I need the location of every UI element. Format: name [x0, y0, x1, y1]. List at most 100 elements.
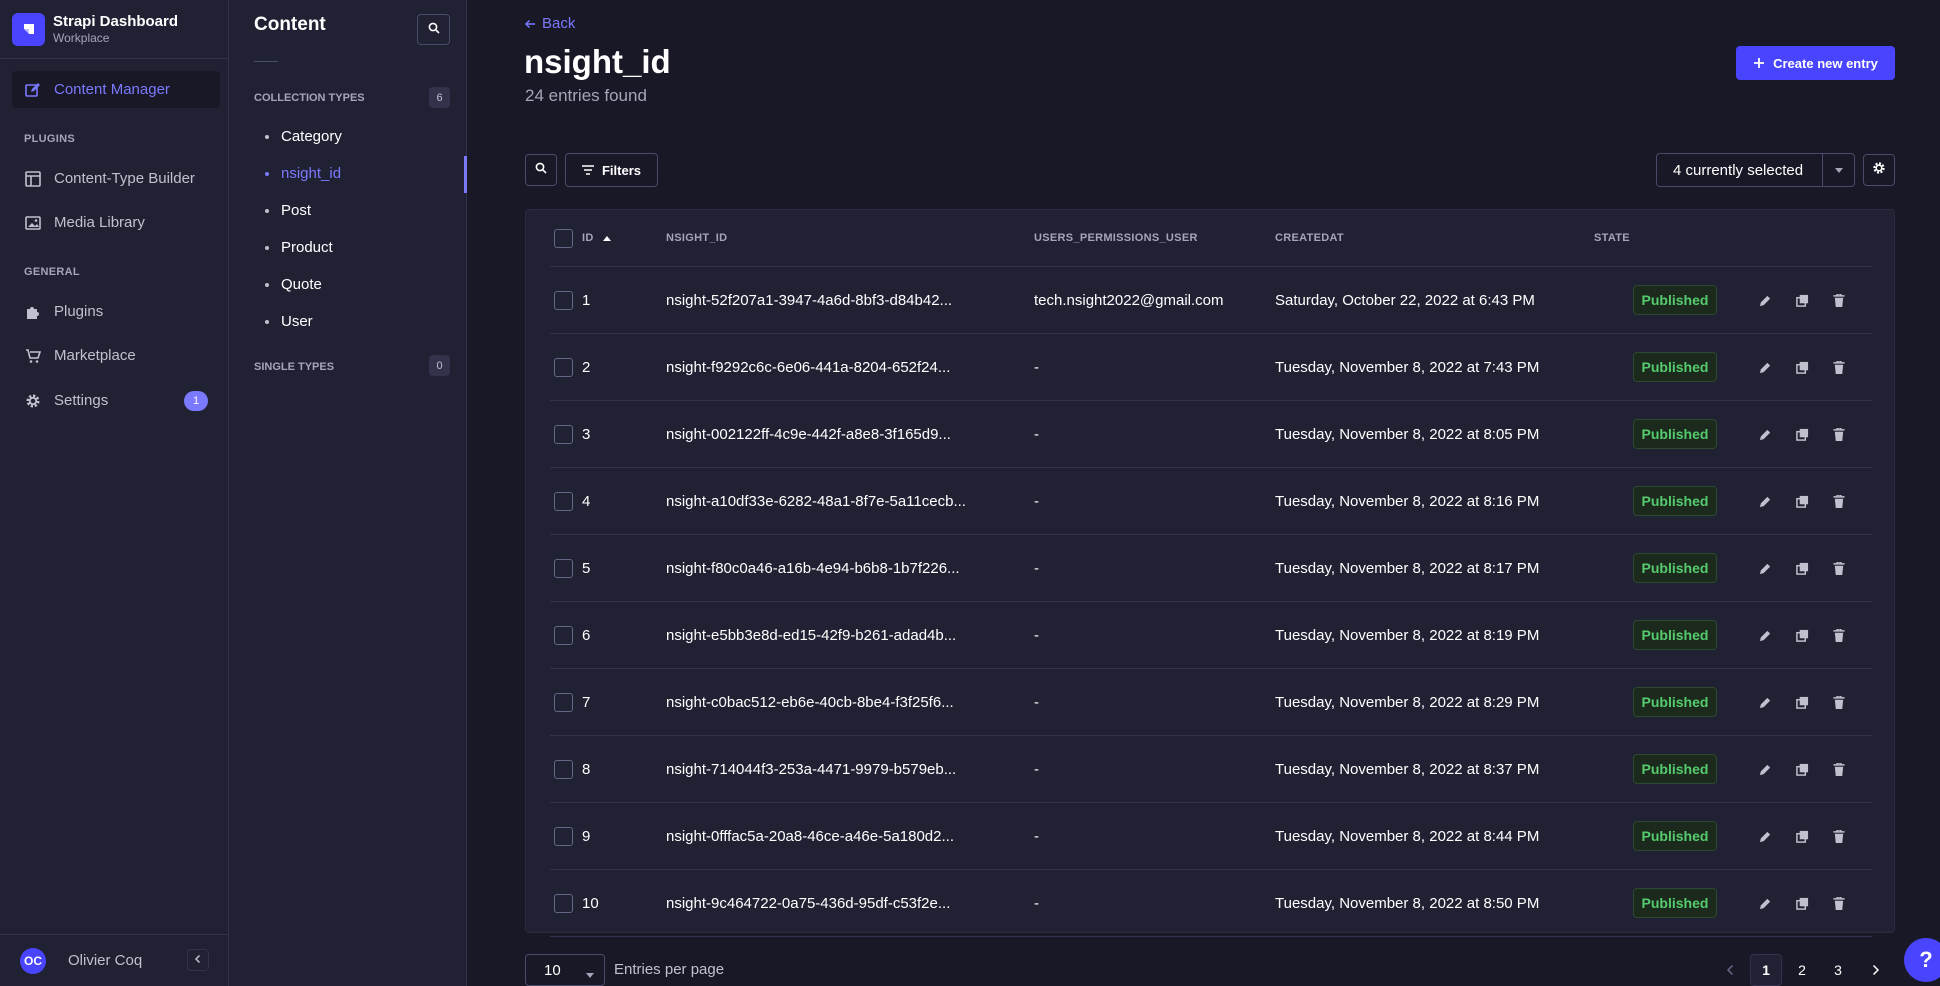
delete-button[interactable]: [1830, 894, 1848, 912]
delete-button[interactable]: [1830, 693, 1848, 711]
row-checkbox[interactable]: [554, 559, 573, 578]
duplicate-button[interactable]: [1793, 559, 1811, 577]
pencil-icon: [1759, 428, 1772, 441]
nav-media-library[interactable]: Media Library: [12, 204, 220, 241]
collection-link-category[interactable]: Category: [265, 128, 342, 145]
delete-button[interactable]: [1830, 492, 1848, 510]
table-row[interactable]: 7 nsight-c0bac512-eb6e-40cb-8be4-f3f25f6.…: [550, 669, 1872, 736]
help-button[interactable]: ?: [1904, 938, 1940, 982]
previous-page-button[interactable]: [1714, 954, 1746, 986]
page-3-button[interactable]: 3: [1822, 954, 1854, 986]
duplicate-button[interactable]: [1793, 291, 1811, 309]
collapse-sidebar-button[interactable]: [187, 949, 209, 971]
edit-button[interactable]: [1756, 291, 1774, 309]
duplicate-button[interactable]: [1793, 626, 1811, 644]
cell-user: -: [1034, 895, 1039, 912]
single-types-label[interactable]: SINGLE TYPES: [254, 361, 334, 373]
page-2-button[interactable]: 2: [1786, 954, 1818, 986]
nav-content-type-builder[interactable]: Content-Type Builder: [12, 160, 220, 197]
duplicate-button[interactable]: [1793, 358, 1811, 376]
create-new-entry-button[interactable]: Create new entry: [1736, 46, 1895, 80]
collection-types-label[interactable]: COLLECTION TYPES: [254, 92, 365, 104]
nav-content-manager[interactable]: Content Manager: [12, 71, 220, 108]
cell-user: -: [1034, 761, 1039, 778]
duplicate-button[interactable]: [1793, 827, 1811, 845]
table-row[interactable]: 9 nsight-0fffac5a-20a8-46ce-a46e-5a180d2.…: [550, 803, 1872, 870]
delete-button[interactable]: [1830, 559, 1848, 577]
list-settings-button[interactable]: [1863, 154, 1895, 186]
select-all-checkbox[interactable]: [554, 229, 573, 248]
delete-button[interactable]: [1830, 358, 1848, 376]
table-row[interactable]: 4 nsight-a10df33e-6282-48a1-8f7e-5a11cecb…: [550, 468, 1872, 535]
edit-button[interactable]: [1756, 827, 1774, 845]
nav-label: Marketplace: [54, 347, 136, 364]
delete-button[interactable]: [1830, 626, 1848, 644]
caret-down-icon: [586, 965, 594, 982]
table-header: ID NSIGHT_ID USERS_PERMISSIONS_USER CREA…: [550, 210, 1872, 267]
table-row[interactable]: 8 nsight-714044f3-253a-4471-9979-b579eb..…: [550, 736, 1872, 803]
duplicate-button[interactable]: [1793, 760, 1811, 778]
edit-button[interactable]: [1756, 760, 1774, 778]
duplicate-button[interactable]: [1793, 693, 1811, 711]
search-button[interactable]: [525, 154, 557, 186]
delete-button[interactable]: [1830, 827, 1848, 845]
column-header-createdat[interactable]: CREATEDAT: [1275, 232, 1344, 244]
row-checkbox[interactable]: [554, 358, 573, 377]
table-row[interactable]: 3 nsight-002122ff-4c9e-442f-a8e8-3f165d9.…: [550, 401, 1872, 468]
column-header-users-permissions-user[interactable]: USERS_PERMISSIONS_USER: [1034, 232, 1198, 244]
collection-link-nsight-id[interactable]: nsight_id: [265, 165, 341, 182]
edit-button[interactable]: [1756, 693, 1774, 711]
edit-button[interactable]: [1756, 559, 1774, 577]
collection-link-user[interactable]: User: [265, 313, 313, 330]
row-checkbox[interactable]: [554, 425, 573, 444]
sub-nav-search-button[interactable]: [417, 14, 450, 45]
edit-button[interactable]: [1756, 492, 1774, 510]
user-menu[interactable]: OC Olivier Coq: [0, 934, 229, 986]
delete-button[interactable]: [1830, 425, 1848, 443]
duplicate-button[interactable]: [1793, 894, 1811, 912]
duplicate-button[interactable]: [1793, 492, 1811, 510]
next-page-button[interactable]: [1860, 954, 1892, 986]
nav-settings[interactable]: Settings 1: [12, 382, 220, 419]
collection-link-post[interactable]: Post: [265, 202, 311, 219]
delete-button[interactable]: [1830, 760, 1848, 778]
row-checkbox[interactable]: [554, 626, 573, 645]
duplicate-icon: [1795, 763, 1809, 776]
duplicate-button[interactable]: [1793, 425, 1811, 443]
row-checkbox[interactable]: [554, 827, 573, 846]
cell-nsight-id: nsight-52f207a1-3947-4a6d-8bf3-d84b42...: [666, 292, 953, 309]
edit-button[interactable]: [1756, 894, 1774, 912]
delete-button[interactable]: [1830, 291, 1848, 309]
status-badge: Published: [1633, 553, 1717, 583]
brand-header: Strapi Dashboard Workplace: [0, 0, 228, 59]
filters-button[interactable]: Filters: [565, 153, 658, 187]
table-row[interactable]: 6 nsight-e5bb3e8d-ed15-42f9-b261-adad4b..…: [550, 602, 1872, 669]
displayed-columns-select[interactable]: 4 currently selected: [1656, 153, 1855, 187]
row-checkbox[interactable]: [554, 693, 573, 712]
row-checkbox[interactable]: [554, 492, 573, 511]
table-row[interactable]: 5 nsight-f80c0a46-a16b-4e94-b6b8-1b7f226.…: [550, 535, 1872, 602]
filter-icon: [581, 165, 594, 175]
table-row[interactable]: 1 nsight-52f207a1-3947-4a6d-8bf3-d84b42..…: [550, 267, 1872, 334]
edit-button[interactable]: [1756, 626, 1774, 644]
table-row[interactable]: 10 nsight-9c464722-0a75-436d-95df-c53f2e.…: [550, 870, 1872, 937]
cell-createdat: Tuesday, November 8, 2022 at 8:37 PM: [1275, 761, 1540, 778]
nav-marketplace[interactable]: Marketplace: [12, 337, 220, 374]
cell-createdat: Tuesday, November 8, 2022 at 8:16 PM: [1275, 493, 1540, 510]
row-checkbox[interactable]: [554, 291, 573, 310]
edit-button[interactable]: [1756, 425, 1774, 443]
nav-plugins[interactable]: Plugins: [12, 293, 220, 330]
column-header-id[interactable]: ID: [582, 232, 611, 244]
entries-table: ID NSIGHT_ID USERS_PERMISSIONS_USER CREA…: [525, 209, 1895, 937]
row-checkbox[interactable]: [554, 760, 573, 779]
column-header-state[interactable]: STATE: [1594, 232, 1630, 244]
back-link[interactable]: Back: [524, 15, 575, 32]
edit-button[interactable]: [1756, 358, 1774, 376]
entries-per-page-select[interactable]: 10: [525, 954, 605, 986]
collection-link-quote[interactable]: Quote: [265, 276, 322, 293]
collection-link-product[interactable]: Product: [265, 239, 333, 256]
table-row[interactable]: 2 nsight-f9292c6c-6e06-441a-8204-652f24..…: [550, 334, 1872, 401]
column-header-nsight-id[interactable]: NSIGHT_ID: [666, 232, 727, 244]
page-1-button[interactable]: 1: [1750, 954, 1782, 986]
row-checkbox[interactable]: [554, 894, 573, 913]
